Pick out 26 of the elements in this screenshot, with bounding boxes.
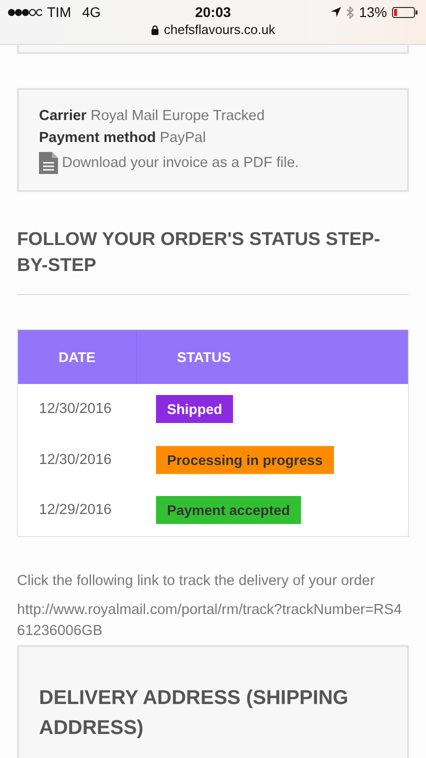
signal-icon xyxy=(8,8,42,16)
status-label: Processing in progress xyxy=(156,446,334,474)
page-url[interactable]: chefsflavours.co.uk xyxy=(164,22,276,37)
section-heading: FOLLOW YOUR ORDER'S STATUS STEP-BY-STEP xyxy=(17,227,382,277)
address-heading: DELIVERY ADDRESS (SHIPPING ADDRESS) xyxy=(39,686,350,740)
date-cell-text: 12/30/2016 xyxy=(38,401,113,418)
column-header: DATE xyxy=(57,348,97,367)
location-arrow-icon xyxy=(330,7,341,17)
battery-percent: 13% xyxy=(358,4,387,20)
invoice-link[interactable]: Download your invoice as a PDF file. xyxy=(39,152,387,174)
lock-icon xyxy=(150,24,159,34)
document-icon xyxy=(39,152,58,174)
tracking-instructions: Click the following link to track the delivery of your order xyxy=(17,572,376,590)
network-type: 4G xyxy=(82,4,101,20)
order-detail: Payment method PayPal xyxy=(39,130,207,146)
battery-icon xyxy=(392,6,418,18)
date-cell-text: 12/29/2016 xyxy=(38,502,113,518)
column-header: STATUS xyxy=(136,330,408,384)
status-label: Shipped xyxy=(156,395,234,424)
carrier-name: TIM xyxy=(47,4,72,20)
tracking-link[interactable]: http://www.royalmail.com/portal/rm/track?trackNumber=RS461236006GB xyxy=(17,600,409,642)
status-label: Payment accepted xyxy=(156,496,301,524)
order-detail: Carrier Royal Mail Europe Tracked xyxy=(39,108,266,124)
bluetooth-icon xyxy=(346,6,354,18)
date-cell-text: 12/30/2016 xyxy=(38,452,113,468)
clock-time: 20:03 xyxy=(195,4,231,20)
